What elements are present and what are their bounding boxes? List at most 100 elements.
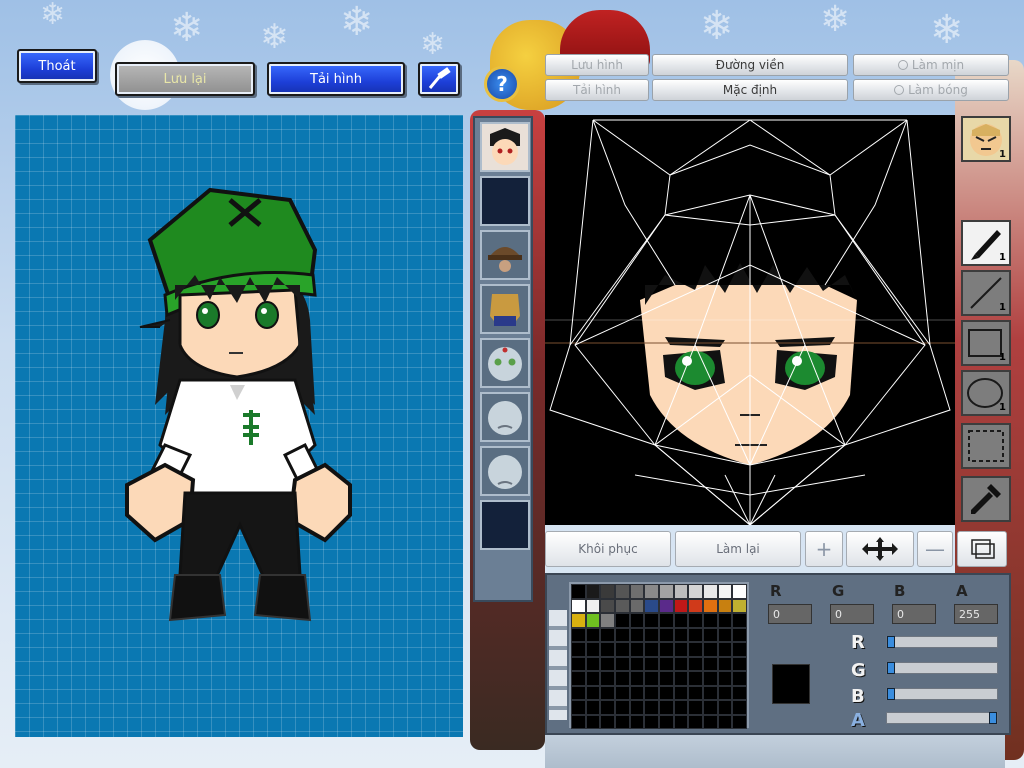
palette-cell[interactable] (717, 598, 733, 613)
eyedropper-tool[interactable] (961, 476, 1011, 522)
palette-cell[interactable] (600, 656, 615, 671)
palette-cell[interactable] (659, 613, 674, 628)
palette-cell[interactable] (688, 627, 703, 642)
palette-cell[interactable] (600, 642, 615, 657)
a-slider[interactable] (886, 712, 998, 724)
ellipse-tool[interactable]: 1 (961, 370, 1011, 416)
palette-cell[interactable] (571, 627, 586, 642)
palette-cell[interactable] (659, 656, 674, 671)
outline-button[interactable]: Đường viền (652, 54, 848, 76)
palette-cell[interactable] (571, 656, 586, 671)
help-button[interactable]: ? (484, 66, 520, 102)
palette-cell[interactable] (732, 656, 747, 671)
palette-cell[interactable] (600, 671, 615, 686)
palette-cell[interactable] (571, 700, 586, 715)
palette-cell[interactable] (571, 671, 586, 686)
palette-cell[interactable] (688, 613, 703, 628)
b-slider-knob[interactable] (887, 688, 895, 700)
part-slot-face-3[interactable] (480, 446, 530, 496)
palette-cell[interactable] (600, 700, 615, 715)
palette-cell[interactable] (688, 642, 703, 657)
palette-cell[interactable] (571, 714, 586, 729)
palette-cell[interactable] (585, 627, 601, 642)
layer-button[interactable] (957, 531, 1007, 567)
palette-cell[interactable] (703, 642, 718, 657)
palette-tab[interactable] (549, 610, 567, 720)
r-slider-knob[interactable] (887, 636, 895, 648)
rectangle-tool[interactable]: 1 (961, 320, 1011, 366)
palette-cell[interactable] (644, 613, 659, 628)
palette-cell[interactable] (703, 714, 718, 729)
palette-cell[interactable] (644, 685, 659, 700)
hammer-button[interactable] (418, 62, 460, 96)
palette-cell[interactable] (629, 584, 645, 599)
palette-cell[interactable] (615, 685, 630, 700)
palette-cell[interactable] (717, 671, 733, 686)
palette-cell[interactable] (659, 642, 674, 657)
palette-cell[interactable] (615, 714, 630, 729)
palette-cell[interactable] (703, 656, 718, 671)
palette-cell[interactable] (688, 714, 703, 729)
palette-cell[interactable] (673, 714, 689, 729)
palette-cell[interactable] (600, 584, 615, 599)
redo-button[interactable]: Làm lại (675, 531, 801, 567)
g-slider[interactable] (886, 662, 998, 674)
palette-cell[interactable] (732, 685, 747, 700)
palette-cell[interactable] (732, 642, 747, 657)
palette-cell[interactable] (585, 642, 601, 657)
palette-cell[interactable] (615, 584, 630, 599)
palette-cell[interactable] (571, 642, 586, 657)
palette-cell[interactable] (717, 613, 733, 628)
palette-cell[interactable] (673, 685, 689, 700)
palette-cell[interactable] (717, 642, 733, 657)
palette-cell[interactable] (673, 627, 689, 642)
part-slot-outfit[interactable] (480, 284, 530, 334)
shade-toggle[interactable]: Làm bóng (853, 79, 1009, 101)
palette-cell[interactable] (673, 584, 689, 599)
palette-cell[interactable] (615, 613, 630, 628)
avatar-thumbnail[interactable]: 1 (961, 116, 1011, 162)
palette-cell[interactable] (703, 613, 718, 628)
palette-cell[interactable] (629, 714, 645, 729)
palette-cell[interactable] (644, 656, 659, 671)
palette-cell[interactable] (600, 714, 615, 729)
line-tool[interactable]: 1 (961, 270, 1011, 316)
palette-cell[interactable] (644, 584, 659, 599)
palette-cell[interactable] (673, 656, 689, 671)
default-button[interactable]: Mặc định (652, 79, 848, 101)
part-slot-face-2[interactable] (480, 392, 530, 442)
palette-cell[interactable] (585, 613, 601, 628)
palette-cell[interactable] (717, 700, 733, 715)
palette-cell[interactable] (629, 642, 645, 657)
palette-cell[interactable] (571, 584, 586, 599)
palette-cell[interactable] (629, 700, 645, 715)
palette-cell[interactable] (644, 700, 659, 715)
palette-cell[interactable] (629, 613, 645, 628)
palette-cell[interactable] (600, 598, 615, 613)
palette-cell[interactable] (629, 685, 645, 700)
palette-cell[interactable] (732, 671, 747, 686)
part-slot-head[interactable] (480, 122, 530, 172)
part-slot-hat[interactable] (480, 230, 530, 280)
palette-cell[interactable] (703, 700, 718, 715)
g-value-field[interactable]: 0 (830, 604, 874, 624)
palette-cell[interactable] (732, 613, 747, 628)
palette-cell[interactable] (673, 671, 689, 686)
palette-cell[interactable] (629, 671, 645, 686)
palette-cell[interactable] (585, 584, 601, 599)
palette-cell[interactable] (600, 613, 615, 628)
palette-cell[interactable] (703, 598, 718, 613)
palette-cell[interactable] (703, 627, 718, 642)
palette-cell[interactable] (732, 627, 747, 642)
palette-cell[interactable] (732, 714, 747, 729)
a-slider-knob[interactable] (989, 712, 997, 724)
palette-cell[interactable] (615, 642, 630, 657)
r-slider[interactable] (886, 636, 998, 648)
palette-cell[interactable] (585, 656, 601, 671)
palette-cell[interactable] (659, 685, 674, 700)
load-image-button[interactable]: Tải hình (545, 79, 649, 101)
save-image-button[interactable]: Lưu hình (545, 54, 649, 76)
palette-cell[interactable] (688, 700, 703, 715)
palette-cell[interactable] (585, 598, 601, 613)
save-button[interactable]: Lưu lại (115, 62, 255, 96)
